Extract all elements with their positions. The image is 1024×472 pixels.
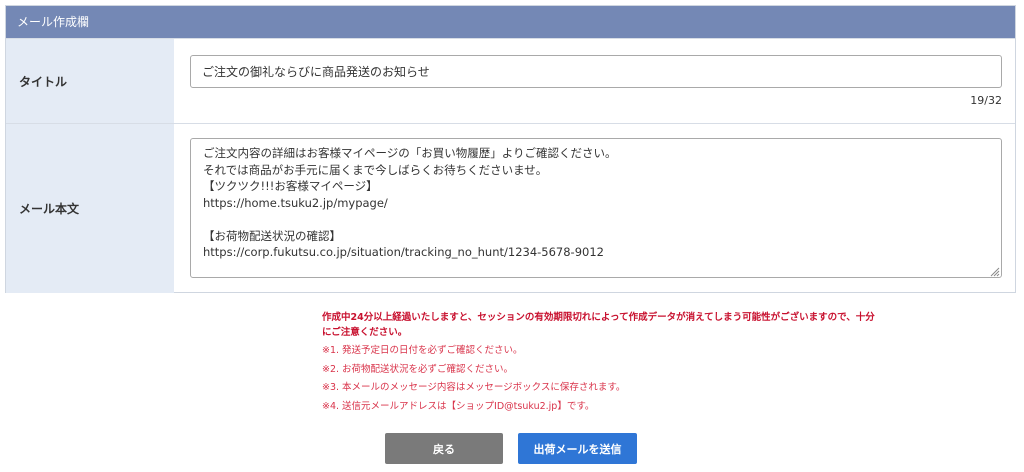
note-item: ※2. お荷物配送状況を必ずご確認ください。 [322,363,514,375]
notes-list: ※1. 発送予定日の日付を必ずご確認ください。 ※2. お荷物配送状況を必ずご確… [322,344,882,414]
send-shipping-mail-button[interactable]: 出荷メールを送信 [518,433,637,464]
panel-title: メール作成欄 [6,6,1015,38]
title-row: タイトル 19/32 [6,38,1015,123]
note-item: ※4. 送信元メールアドレスは【ショップID@tsuku2.jp】です。 [322,400,595,412]
note-item: ※3. 本メールのメッセージ内容はメッセージボックスに保存されます。 [322,382,626,393]
title-label: タイトル [6,39,174,123]
mail-compose-panel: メール作成欄 タイトル 19/32 メール本文 ご注文内容の詳細はお客様マイペー… [5,5,1016,293]
back-button[interactable]: 戻る [385,433,503,464]
title-input[interactable] [190,55,1002,88]
resize-grip-icon[interactable] [990,267,1000,277]
body-label: メール本文 [6,124,174,293]
session-warning: 作成中24分以上経過いたしますと、セッションの有効期限切れによって作成データが消… [322,312,875,338]
notes-section: 作成中24分以上経過いたしますと、セッションの有効期限切れによって作成データが消… [322,311,882,414]
mail-body-textarea[interactable]: ご注文内容の詳細はお客様マイページの「お買い物履歴」よりご確認ください。 それで… [190,138,1002,278]
note-item: ※1. 発送予定日の日付を必ずご確認ください。 [322,345,523,356]
body-row: メール本文 ご注文内容の詳細はお客様マイページの「お買い物履歴」よりご確認くださ… [6,123,1015,293]
title-char-counter: 19/32 [970,94,1002,107]
